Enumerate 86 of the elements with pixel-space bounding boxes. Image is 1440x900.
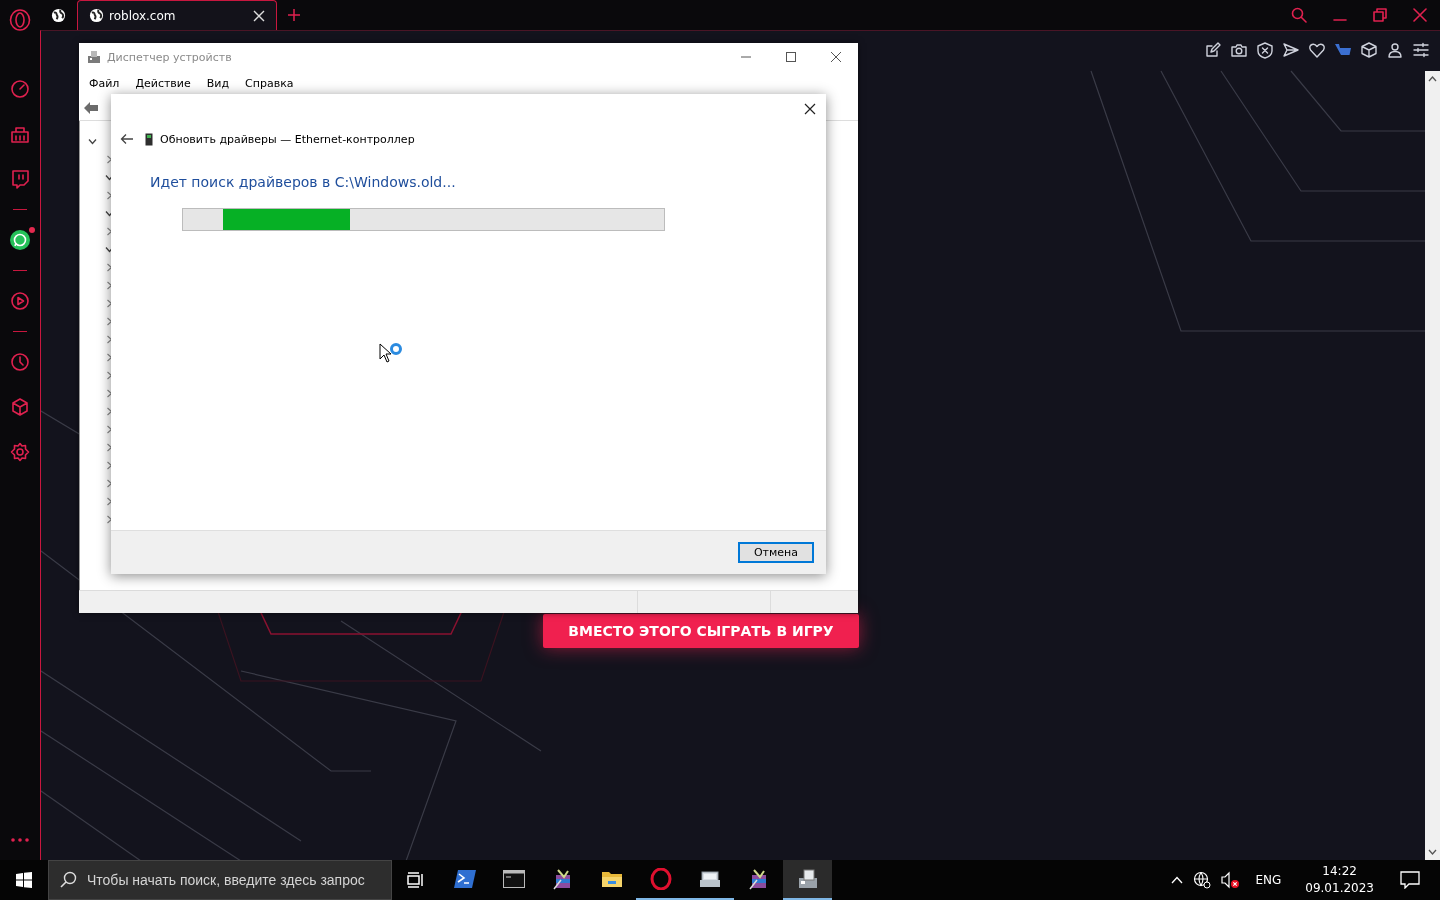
taskbar-app-button[interactable] (783, 860, 832, 900)
sliders-icon[interactable] (1412, 41, 1430, 59)
expanded-chevron-icon[interactable] (88, 136, 97, 146)
camera-icon[interactable] (1230, 41, 1248, 59)
close-icon[interactable] (830, 51, 842, 63)
collapsed-chevron-icon[interactable] (105, 316, 114, 326)
collapsed-chevron-icon[interactable] (105, 514, 114, 524)
settings-button[interactable] (9, 441, 31, 463)
windows-logo-icon (16, 872, 32, 888)
search-icon (60, 871, 77, 888)
collapsed-chevron-icon[interactable] (105, 460, 114, 470)
cancel-button[interactable]: Отмена (738, 542, 814, 563)
language-indicator[interactable]: ENG (1255, 873, 1282, 887)
person-icon[interactable] (1386, 41, 1404, 59)
collapsed-chevron-icon[interactable] (105, 262, 114, 272)
twitch-icon (9, 168, 31, 190)
task-view-icon (407, 872, 425, 888)
clock-time[interactable]: 14:22 (1322, 863, 1357, 880)
clock-icon (9, 351, 31, 373)
new-tab-icon[interactable] (287, 8, 301, 22)
opera-logo-icon[interactable] (9, 9, 31, 31)
cube-icon[interactable] (1360, 41, 1378, 59)
search-field[interactable]: Чтобы начать поиск, введите здесь запрос (48, 860, 392, 900)
collapsed-chevron-icon[interactable] (105, 424, 114, 434)
status-heading: Идет поиск драйверов в C:\Windows.old... (150, 174, 457, 190)
cube-icon (9, 396, 31, 418)
restore-icon[interactable] (1373, 8, 1387, 22)
collapsed-chevron-icon[interactable] (105, 280, 114, 290)
collapsed-chevron-icon[interactable] (105, 298, 114, 308)
powershell-icon (453, 868, 476, 890)
send-icon[interactable] (1282, 41, 1300, 59)
whatsapp-icon (9, 229, 31, 251)
search-icon[interactable] (1291, 7, 1307, 23)
clock-date[interactable]: 09.01.2023 (1305, 880, 1374, 897)
collapsed-chevron-icon[interactable] (105, 442, 114, 452)
maximize-icon[interactable] (785, 51, 797, 63)
browser-tab[interactable]: roblox.com (77, 0, 277, 30)
scroll-down-icon[interactable] (1428, 849, 1437, 855)
menu-item[interactable]: Справка (245, 77, 294, 90)
twitch-button[interactable] (9, 168, 31, 190)
busy-cursor-icon (379, 343, 405, 365)
dialog-title: Обновить драйверы — Ethernet-контроллер (160, 132, 415, 146)
cube-button[interactable] (9, 396, 31, 418)
speaker-icon[interactable] (1221, 871, 1242, 889)
notification-dot (29, 227, 35, 233)
collapsed-chevron-icon[interactable] (105, 154, 114, 164)
network-adapter-icon (145, 132, 153, 146)
more-icon[interactable] (11, 838, 29, 842)
play-button[interactable] (9, 290, 31, 312)
window-title: Диспетчер устройств (107, 50, 232, 64)
edit-icon[interactable] (1204, 41, 1222, 59)
collapsed-chevron-icon[interactable] (105, 334, 114, 344)
collapsed-chevron-icon[interactable] (105, 370, 114, 380)
close-icon[interactable] (804, 103, 816, 115)
hardware-icon (698, 868, 721, 890)
play-button[interactable]: ВМЕСТО ЭТОГО СЫГРАТЬ В ИГРУ (543, 614, 859, 648)
device-manager-icon (87, 50, 101, 64)
opera-icon (649, 868, 672, 890)
network-globe-icon[interactable] (1193, 871, 1212, 889)
back-arrow-icon[interactable] (83, 101, 99, 115)
back-arrow-icon[interactable] (120, 133, 134, 145)
menu-item[interactable]: Действие (135, 77, 191, 90)
play-icon (9, 290, 31, 312)
heart-icon[interactable] (1308, 41, 1326, 59)
collapsed-chevron-icon[interactable] (105, 406, 114, 416)
device-manager-icon (796, 868, 819, 890)
scrollbar[interactable] (1425, 71, 1440, 860)
shield-x-icon[interactable] (1256, 41, 1274, 59)
speedometer-button[interactable] (9, 78, 31, 100)
terminal-icon (502, 868, 525, 890)
globe-icon (89, 8, 104, 23)
menu-item[interactable]: Файл (89, 77, 120, 90)
globe-icon (51, 7, 66, 23)
collapsed-chevron-icon[interactable] (105, 478, 114, 488)
collapsed-chevron-icon[interactable] (105, 226, 114, 236)
collapsed-chevron-icon[interactable] (105, 190, 114, 200)
scroll-up-icon[interactable] (1428, 76, 1437, 82)
chevron-up-icon[interactable] (1171, 876, 1184, 884)
speedometer-icon (9, 78, 31, 100)
clock-button[interactable] (9, 351, 31, 373)
collapsed-chevron-icon[interactable] (105, 352, 114, 362)
collapsed-chevron-icon[interactable] (105, 496, 114, 506)
notifications-icon[interactable] (1400, 871, 1420, 889)
settings-icon (9, 441, 31, 463)
menu-item[interactable]: Вид (206, 77, 230, 90)
collapsed-chevron-icon[interactable] (105, 388, 114, 398)
